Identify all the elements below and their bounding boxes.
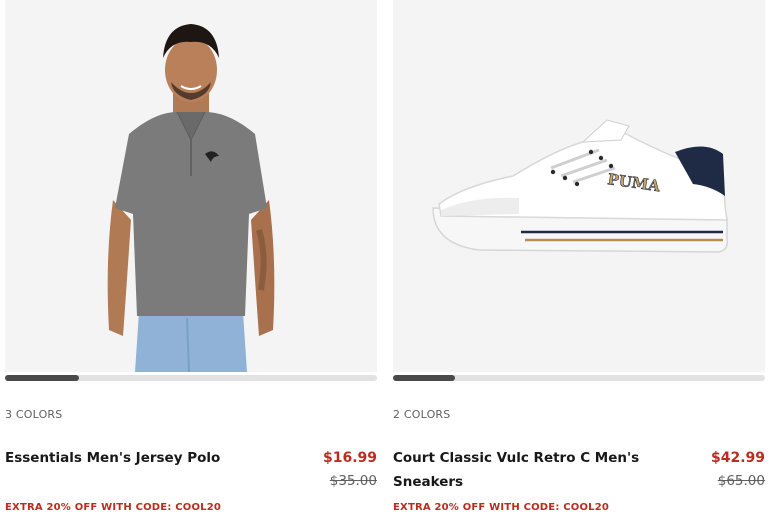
original-price: $65.00 [717, 473, 765, 489]
product-info-row: Court Classic Vulc Retro C Men's Sneaker… [393, 446, 765, 492]
product-info-row: Essentials Men's Jersey Polo $16.99 $35.… [5, 446, 377, 492]
product-image[interactable] [5, 0, 377, 372]
promo-text: EXTRA 20% OFF WITH CODE: COOL20 [393, 502, 610, 513]
color-count[interactable]: 3 COLORS [5, 408, 377, 422]
price-block: $42.99 $65.00 [711, 446, 765, 492]
product-grid: 3 COLORS Essentials Men's Jersey Polo $1… [0, 0, 771, 521]
product-card[interactable]: PUMA 2 COLORS Court Classic Vulc Retro C… [393, 0, 765, 492]
image-carousel-progress[interactable] [393, 375, 765, 381]
image-carousel-progress[interactable] [5, 375, 377, 381]
product-name[interactable]: Essentials Men's Jersey Polo [5, 446, 275, 470]
product-name[interactable]: Court Classic Vulc Retro C Men's Sneaker… [393, 446, 663, 494]
carousel-progress-fill [393, 375, 455, 381]
sale-price: $42.99 [710, 450, 765, 466]
carousel-progress-fill [5, 375, 79, 381]
promo-text: EXTRA 20% OFF WITH CODE: COOL20 [5, 502, 222, 513]
price-block: $16.99 $35.00 [323, 446, 377, 492]
color-count[interactable]: 2 COLORS [393, 408, 765, 422]
sneaker-photo: PUMA [432, 119, 729, 253]
product-image[interactable]: PUMA [393, 0, 765, 372]
original-price: $35.00 [329, 473, 377, 489]
polo-photo [107, 24, 275, 372]
product-card[interactable]: 3 COLORS Essentials Men's Jersey Polo $1… [5, 0, 377, 492]
sale-price: $16.99 [322, 450, 377, 466]
